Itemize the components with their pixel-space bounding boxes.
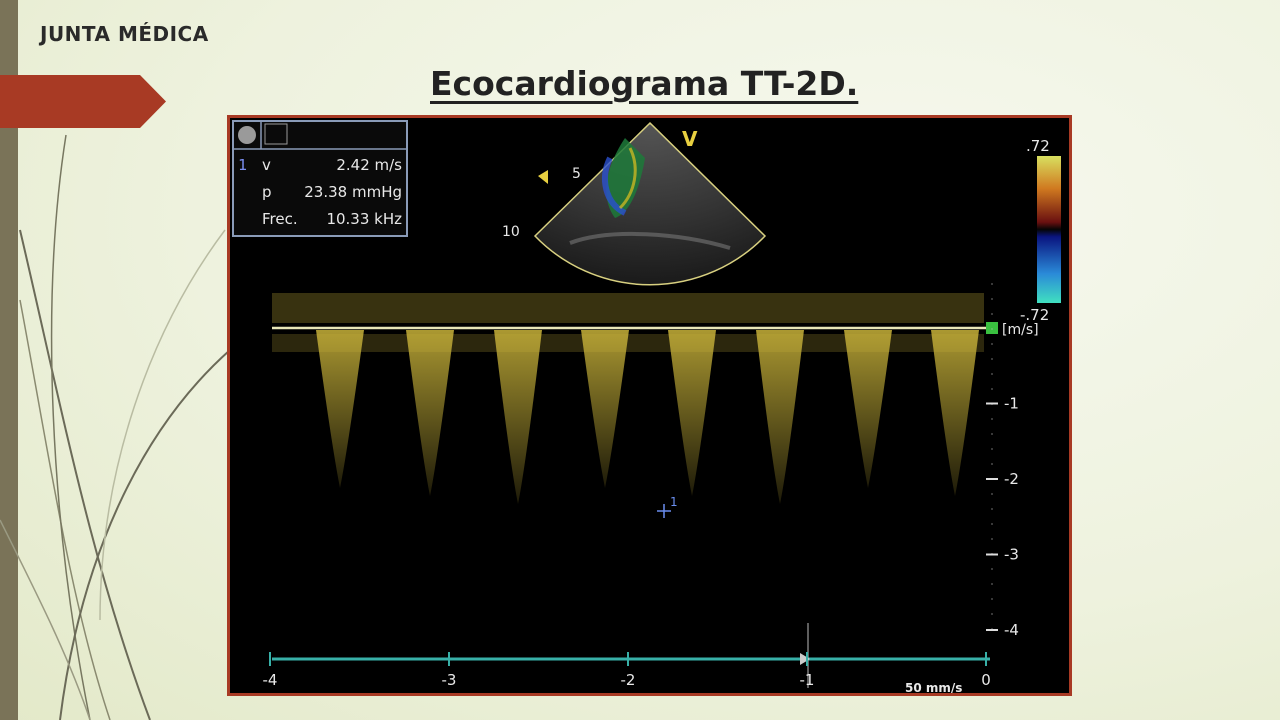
measurement-value-pressure: 23.38 mmHg [304,183,402,201]
doppler-spectrum: [m/s] [272,293,1039,504]
color-bar-max: .72 [1026,137,1050,155]
measurement-panel: 1 v 2.42 m/s p 23.38 mmHg Frec. 10.33 kH… [232,120,408,237]
time-tick-label: 0 [981,671,991,689]
ultrasound-sector: V 5 10 [502,121,767,286]
color-velocity-bar: .72 -.72 [1020,137,1061,324]
velocity-tick-label: -4 [1004,621,1019,639]
sector-orientation-icon [538,170,548,184]
sector-depth-10: 10 [502,224,520,240]
doppler-envelope [756,330,804,504]
measurement-label-v: v [262,156,271,174]
measurement-cursor: 1 [657,495,678,518]
measurement-label-p: p [262,183,272,201]
measurement-label-frec: Frec. [262,210,298,228]
doppler-envelope [581,330,629,488]
measurement-value-velocity: 2.42 m/s [336,156,402,174]
doppler-envelope [316,330,364,488]
doppler-envelope [494,330,542,504]
sector-depth-5: 5 [572,166,581,182]
doppler-envelope [406,330,454,496]
time-tick-label: -3 [442,671,457,689]
time-tick-label: -4 [263,671,278,689]
time-tick-label: -1 [800,671,815,689]
echocardiogram-image: 1 v 2.42 m/s p 23.38 mmHg Frec. 10.33 kH… [227,115,1072,696]
doppler-display: 1 v 2.42 m/s p 23.38 mmHg Frec. 10.33 kH… [232,120,1061,693]
time-tick-label: -2 [621,671,636,689]
header-label: JUNTA MÉDICA [40,22,209,46]
record-icon [238,126,256,144]
doppler-envelope [844,330,892,488]
section-tab [0,75,166,128]
time-axis: -4 -3 -2 -1 0 50 mm/s [263,623,991,693]
slide-title: Ecocardiograma TT-2D. [430,64,859,103]
velocity-tick-label: -3 [1004,546,1019,564]
doppler-envelope [931,330,979,496]
measurement-value-frequency: 10.33 kHz [326,210,402,228]
sweep-speed: 50 mm/s [905,681,962,693]
measurement-index: 1 [238,156,247,174]
velocity-tick-label: -1 [1004,395,1019,413]
velocity-unit: [m/s] [1002,322,1039,338]
cursor-label: 1 [670,495,678,509]
doppler-envelope [668,330,716,496]
velocity-tick-label: -2 [1004,470,1019,488]
sector-marker: V [682,127,698,151]
